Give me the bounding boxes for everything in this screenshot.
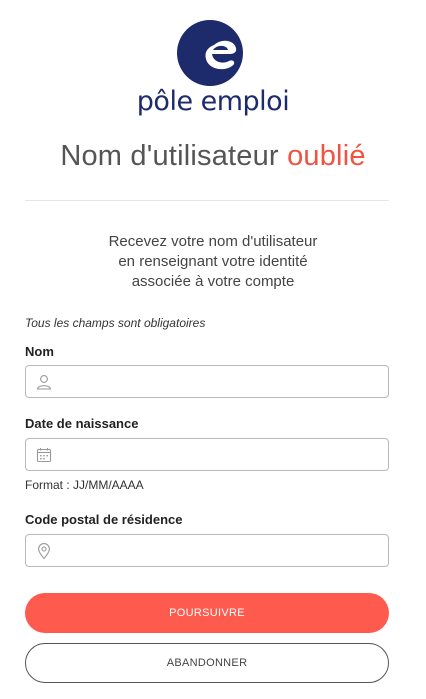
intro-line: Recevez votre nom d'utilisateur (108, 233, 318, 250)
code-postal-field[interactable] (25, 534, 389, 568)
code-postal-label: Code postal de résidence (25, 512, 183, 527)
abandonner-button[interactable]: Abandonner (25, 643, 389, 683)
intro-line: en renseignant votre identité (118, 253, 308, 270)
page-title-accent: oublié (287, 140, 366, 172)
date-naissance-field[interactable] (25, 438, 389, 472)
nom-input[interactable] (56, 366, 380, 399)
logo (0, 18, 426, 88)
date-format-hint: Format : JJ/MM/AAAA (25, 478, 144, 492)
date-naissance-label: Date de naissance (25, 416, 139, 431)
nom-label: Nom (25, 344, 54, 359)
page-title-main: Nom d'utilisateur (60, 140, 279, 172)
intro-line: associée à votre compte (131, 273, 295, 290)
poursuivre-button[interactable]: Poursuivre (25, 593, 389, 633)
nom-field[interactable] (25, 365, 389, 399)
map-pin-icon (38, 543, 50, 560)
code-postal-input[interactable] (56, 535, 380, 568)
required-fields-note: Tous les champs sont obligatoires (25, 316, 206, 330)
brand-name: pôle emploi (136, 86, 290, 117)
user-icon (36, 375, 52, 390)
date-naissance-input[interactable] (56, 439, 380, 472)
divider (25, 200, 389, 201)
page-title: Nom d'utilisateur oublié (0, 140, 426, 173)
pole-emploi-logo-icon (177, 20, 243, 86)
intro-text: Recevez votre nom d'utilisateur en rense… (0, 232, 426, 292)
calendar-icon (36, 448, 52, 463)
